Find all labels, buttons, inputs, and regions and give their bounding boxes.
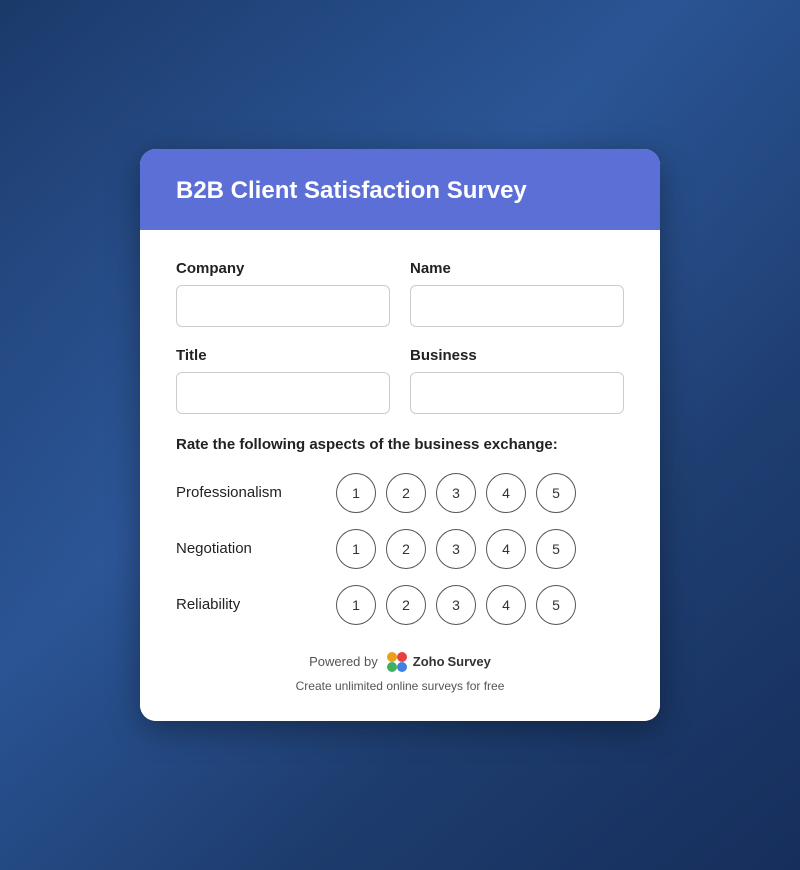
negotiation-option-1[interactable]: 1 (336, 529, 376, 569)
reliability-option-2[interactable]: 2 (386, 585, 426, 625)
powered-by-row: Powered by Zoho Survey (309, 649, 491, 675)
card-body: Company Name Title Business Rate the fol… (140, 230, 660, 721)
powered-by-text: Powered by (309, 654, 378, 669)
rating-section: Rate the following aspects of the busine… (176, 434, 624, 625)
professionalism-option-3[interactable]: 3 (436, 473, 476, 513)
name-group: Name (410, 260, 624, 327)
card-header: B2B Client Satisfaction Survey (140, 149, 660, 230)
professionalism-label: Professionalism (176, 484, 336, 501)
rating-row-professionalism: Professionalism 1 2 3 4 5 (176, 473, 624, 513)
business-input[interactable] (410, 372, 624, 414)
reliability-option-4[interactable]: 4 (486, 585, 526, 625)
survey-card: B2B Client Satisfaction Survey Company N… (140, 149, 660, 721)
professionalism-option-5[interactable]: 5 (536, 473, 576, 513)
negotiation-options: 1 2 3 4 5 (336, 529, 576, 569)
form-row-1: Company Name (176, 260, 624, 327)
zoho-logo: Zoho Survey (384, 649, 491, 675)
tagline: Create unlimited online surveys for free (296, 679, 505, 693)
title-group: Title (176, 347, 390, 414)
rating-row-reliability: Reliability 1 2 3 4 5 (176, 585, 624, 625)
reliability-option-3[interactable]: 3 (436, 585, 476, 625)
title-label: Title (176, 347, 390, 364)
rating-question: Rate the following aspects of the busine… (176, 434, 624, 455)
reliability-options: 1 2 3 4 5 (336, 585, 576, 625)
form-row-2: Title Business (176, 347, 624, 414)
company-group: Company (176, 260, 390, 327)
negotiation-label: Negotiation (176, 540, 336, 557)
business-label: Business (410, 347, 624, 364)
professionalism-option-2[interactable]: 2 (386, 473, 426, 513)
professionalism-options: 1 2 3 4 5 (336, 473, 576, 513)
name-label: Name (410, 260, 624, 277)
negotiation-option-5[interactable]: 5 (536, 529, 576, 569)
reliability-option-5[interactable]: 5 (536, 585, 576, 625)
survey-title: B2B Client Satisfaction Survey (176, 177, 624, 206)
title-input[interactable] (176, 372, 390, 414)
reliability-label: Reliability (176, 596, 336, 613)
business-group: Business (410, 347, 624, 414)
zoho-icon (384, 649, 410, 675)
footer: Powered by Zoho Survey Create unlimited … (176, 649, 624, 693)
company-input[interactable] (176, 285, 390, 327)
name-input[interactable] (410, 285, 624, 327)
brand-name: Zoho (413, 654, 445, 669)
negotiation-option-4[interactable]: 4 (486, 529, 526, 569)
product-name: Survey (448, 654, 491, 669)
negotiation-option-3[interactable]: 3 (436, 529, 476, 569)
professionalism-option-4[interactable]: 4 (486, 473, 526, 513)
company-label: Company (176, 260, 390, 277)
reliability-option-1[interactable]: 1 (336, 585, 376, 625)
negotiation-option-2[interactable]: 2 (386, 529, 426, 569)
rating-row-negotiation: Negotiation 1 2 3 4 5 (176, 529, 624, 569)
professionalism-option-1[interactable]: 1 (336, 473, 376, 513)
